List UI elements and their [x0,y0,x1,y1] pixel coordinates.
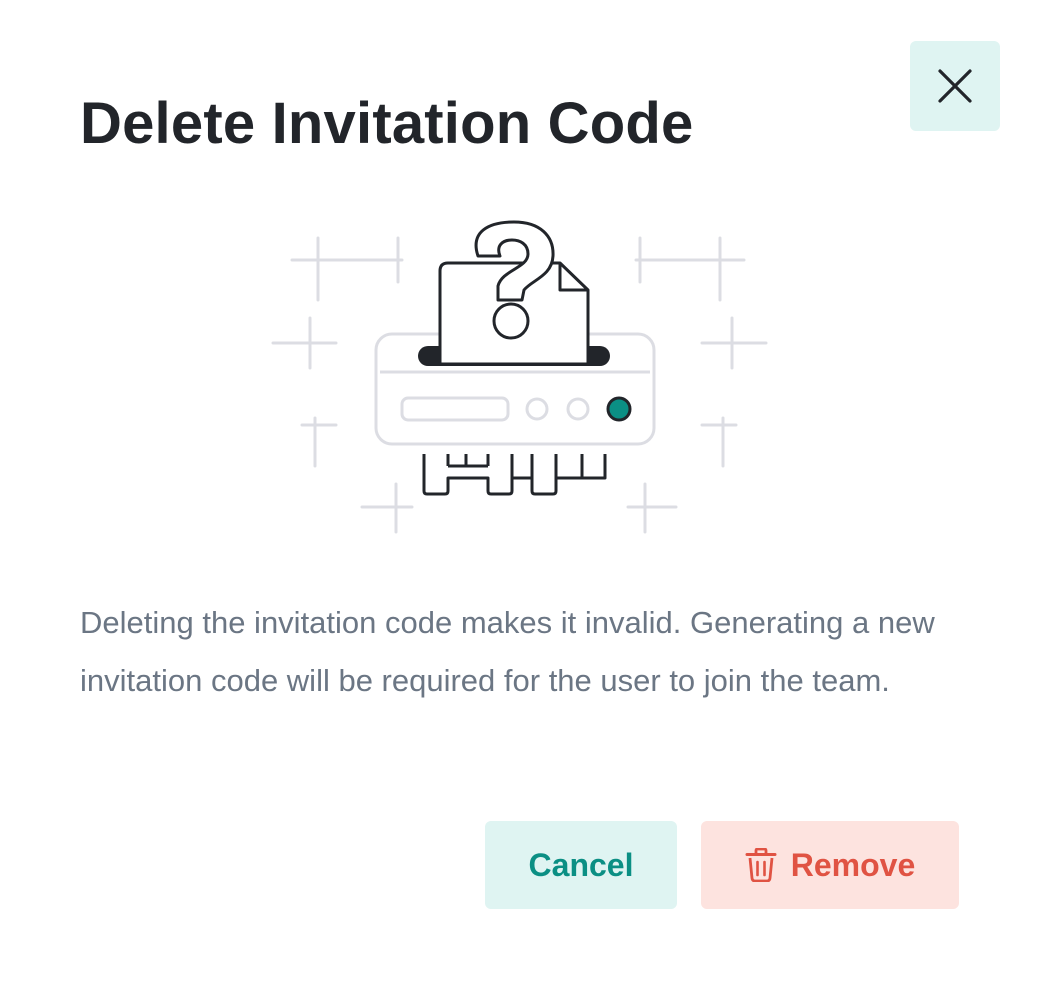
cancel-button-label: Cancel [528,846,634,883]
delete-invitation-dialog: Delete Invitation Code Deleting the invi… [0,0,1042,986]
shredder-illustration [271,220,768,534]
close-icon [938,69,972,103]
dialog-title: Delete Invitation Code [80,91,694,156]
cancel-button[interactable]: Cancel [485,821,677,909]
close-button[interactable] [910,41,1000,131]
trash-icon [745,848,777,882]
dialog-description: Deleting the invitation code makes it in… [80,605,935,698]
remove-button-label: Remove [790,846,916,883]
remove-button[interactable]: Remove [701,821,959,909]
